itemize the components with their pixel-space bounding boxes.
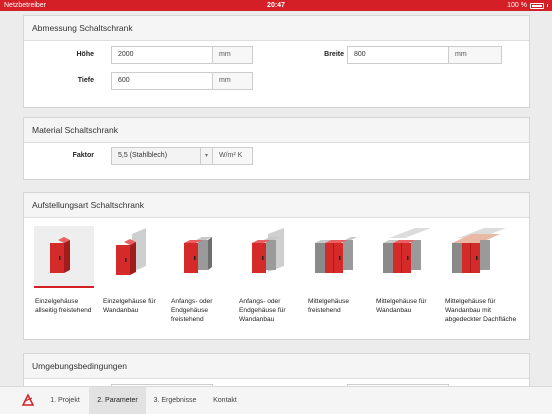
installation-title: Aufstellungsart Schaltschrank	[24, 193, 529, 218]
depth-input[interactable]: 600	[111, 72, 213, 90]
factor-label: Faktor	[72, 152, 94, 159]
installation-option-end-freestanding[interactable]: Anfangs- oder Endgehäuse freistehend	[170, 226, 236, 324]
tab-parameter[interactable]: 2. Parameter	[89, 387, 146, 414]
dimensions-title: Abmessung Schaltschrank	[24, 16, 529, 41]
width-unit: mm	[449, 46, 502, 64]
width-label: Breite	[324, 51, 344, 58]
tab-kontakt[interactable]: Kontakt	[204, 387, 246, 414]
installation-option-end-wall[interactable]: Anfangs- oder Endgehäuse für Wandanbau	[238, 226, 304, 324]
height-input[interactable]: 2000	[111, 46, 213, 64]
material-panel: Material Schaltschrank Faktor 5,5 (Stahl…	[23, 117, 530, 180]
bottom-tab-bar: 1. Projekt 2. Parameter 3. Ergebnisse Ko…	[0, 386, 552, 414]
depth-unit: mm	[213, 72, 253, 90]
option-label: Anfangs- oder Endgehäuse freistehend	[171, 298, 213, 323]
material-title: Material Schaltschrank	[24, 118, 529, 143]
option-label: Mittelgehäuse für Wandanbau	[376, 298, 427, 314]
battery-icon	[530, 2, 544, 9]
single-cabinet-icon	[50, 237, 70, 273]
battery-indicator: 100 %	[507, 0, 548, 11]
battery-label: 100 %	[507, 2, 527, 9]
option-label: Mittelgehäuse freistehend	[308, 298, 350, 314]
middle-cabinet-icon	[315, 237, 357, 273]
tab-ergebnisse[interactable]: 3. Ergebnisse	[147, 387, 203, 414]
installation-panel: Aufstellungsart Schaltschrank Einzelgehä…	[23, 192, 530, 340]
height-label: Höhe	[76, 51, 95, 58]
height-unit: mm	[213, 46, 253, 64]
environment-title: Umgebungsbedingungen	[24, 354, 529, 379]
dimensions-panel: Abmessung Schaltschrank Höhe 2000 mm Bre…	[23, 15, 530, 108]
option-label: Mittelgehäuse für Wandanbau mit abgedeck…	[445, 298, 517, 323]
chevron-down-icon: ▾	[200, 148, 212, 164]
middle-cabinet-wall-icon	[383, 228, 431, 273]
clock: 20:47	[267, 2, 285, 9]
factor-value: 5,5 (Stahlblech)	[118, 152, 168, 159]
single-cabinet-wall-icon	[116, 228, 146, 275]
option-label: Einzelgehäuse allseitig freistehend	[35, 298, 92, 314]
depth-label: Tiefe	[77, 77, 94, 84]
installation-option-single-wall[interactable]: Einzelgehäuse für Wandanbau	[102, 226, 168, 315]
end-cabinet-wall-icon	[252, 228, 284, 273]
width-input[interactable]: 800	[347, 46, 449, 64]
end-cabinet-icon	[184, 237, 212, 273]
selection-underline	[34, 286, 94, 288]
factor-select[interactable]: 5,5 (Stahlblech) ▾	[111, 147, 213, 165]
option-label: Einzelgehäuse für Wandanbau	[103, 298, 156, 314]
installation-option-middle-wall-roof[interactable]: Mittelgehäuse für Wandanbau mit abgedeck…	[444, 226, 524, 324]
installation-option-middle-freestanding[interactable]: Mittelgehäuse freistehend	[307, 226, 373, 315]
middle-cabinet-wall-roof-icon	[452, 228, 506, 273]
app-logo-icon[interactable]	[21, 393, 35, 407]
installation-option-middle-wall[interactable]: Mittelgehäuse für Wandanbau	[375, 226, 441, 315]
factor-unit: W/m² K	[213, 147, 253, 165]
tab-projekt[interactable]: 1. Projekt	[42, 387, 88, 414]
installation-option-single-freestanding[interactable]: Einzelgehäuse allseitig freistehend	[34, 226, 100, 315]
option-label: Anfangs- oder Endgehäuse für Wandanbau	[239, 298, 286, 323]
status-bar: Netzbetreiber 20:47 100 %	[0, 0, 552, 11]
